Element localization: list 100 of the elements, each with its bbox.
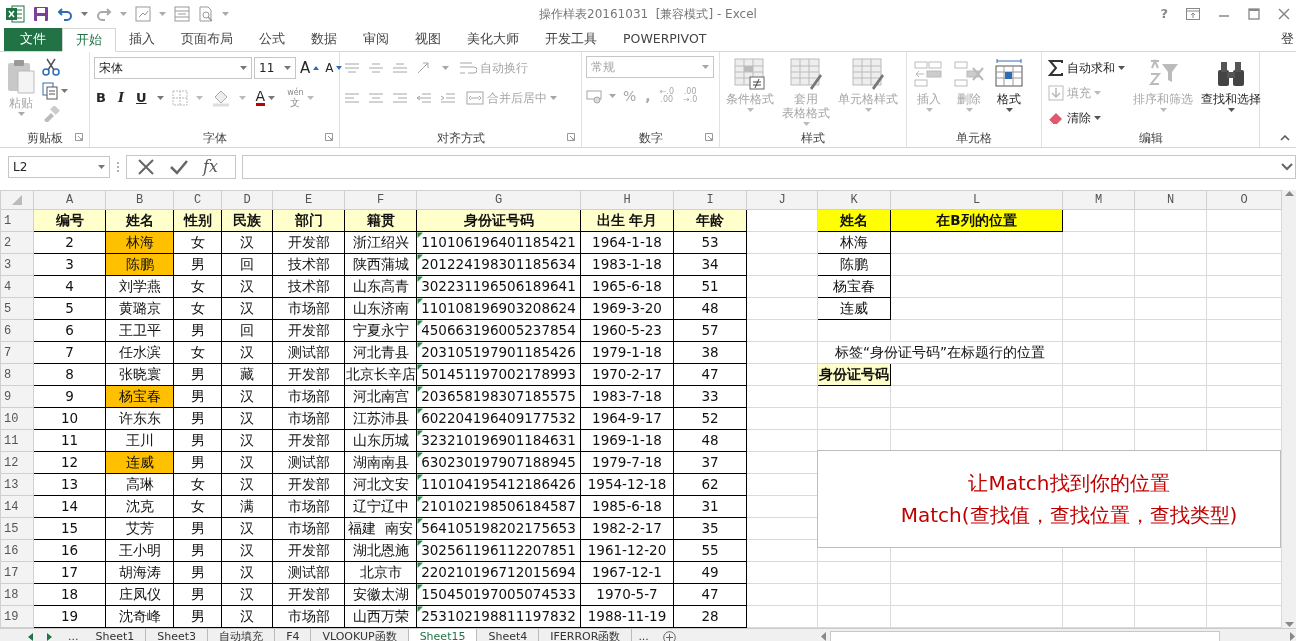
expand-icon[interactable] bbox=[1281, 163, 1293, 171]
clear-button[interactable]: 清除 bbox=[1046, 107, 1127, 129]
row-header[interactable]: 18 bbox=[0, 583, 34, 606]
scroll-up-icon[interactable] bbox=[1284, 190, 1294, 196]
close-icon[interactable] bbox=[1278, 8, 1290, 20]
save-icon[interactable] bbox=[33, 6, 49, 22]
column-header[interactable]: O bbox=[1206, 190, 1282, 210]
underline-button[interactable]: U bbox=[134, 88, 149, 108]
select-all-icon[interactable] bbox=[12, 194, 22, 205]
font-size-field[interactable]: 11 bbox=[254, 57, 296, 79]
column-header[interactable]: I bbox=[673, 190, 747, 210]
ribbon-tab[interactable]: 公式 bbox=[246, 28, 298, 51]
font-name-field[interactable]: 宋体 bbox=[94, 57, 252, 79]
more-sheets-button[interactable]: ... bbox=[62, 629, 85, 641]
ribbon-tab[interactable]: 美化大师 bbox=[454, 28, 532, 51]
ribbon-tab[interactable]: 审阅 bbox=[350, 28, 402, 51]
ribbon-tab[interactable]: 页面布局 bbox=[168, 28, 246, 51]
column-header[interactable]: F bbox=[344, 190, 417, 210]
sheet-tab[interactable]: Sheet1 bbox=[84, 629, 147, 641]
row-header[interactable]: 1 bbox=[0, 209, 34, 232]
row-header[interactable]: 19 bbox=[0, 605, 34, 628]
column-header[interactable]: H bbox=[580, 190, 674, 210]
dialog-launcher-icon[interactable] bbox=[325, 133, 333, 141]
row-header[interactable]: 4 bbox=[0, 275, 34, 298]
row-header[interactable]: 7 bbox=[0, 341, 34, 364]
ribbon-tab[interactable]: 视图 bbox=[402, 28, 454, 51]
row-header[interactable]: 15 bbox=[0, 517, 34, 540]
format-button[interactable]: 格式 bbox=[991, 56, 1027, 129]
column-header[interactable]: N bbox=[1134, 190, 1207, 210]
sheet-tab[interactable]: Sheet4 bbox=[477, 629, 540, 641]
scroll-right-icon[interactable] bbox=[1290, 632, 1296, 641]
form-icon[interactable] bbox=[135, 6, 151, 22]
ribbon-tab[interactable]: 开始 bbox=[62, 28, 116, 52]
row-header[interactable]: 2 bbox=[0, 231, 34, 254]
cancel-icon[interactable] bbox=[137, 158, 155, 176]
column-header[interactable]: E bbox=[272, 190, 345, 210]
sheet-tab[interactable]: Sheet3 bbox=[146, 629, 209, 641]
column-header[interactable]: K bbox=[817, 190, 891, 210]
insert-function-button[interactable]: fx bbox=[203, 155, 218, 179]
row-header[interactable]: 10 bbox=[0, 407, 34, 430]
column-header[interactable]: D bbox=[221, 190, 273, 210]
bold-button[interactable]: B bbox=[94, 88, 108, 108]
scissors-icon[interactable] bbox=[42, 58, 60, 76]
sheet-tab[interactable]: Sheet15 bbox=[408, 629, 478, 641]
column-header[interactable]: J bbox=[746, 190, 818, 210]
row-header[interactable]: 3 bbox=[0, 253, 34, 276]
sign-in-link[interactable]: 登 bbox=[1281, 30, 1296, 49]
format-painter-icon[interactable] bbox=[42, 106, 60, 122]
column-header[interactable]: A bbox=[33, 190, 106, 210]
find-select-button[interactable]: 查找和选择 bbox=[1199, 56, 1263, 129]
font-color-button[interactable]: A bbox=[253, 90, 278, 106]
ribbon-tab[interactable]: 开发工具 bbox=[532, 28, 610, 51]
autosum-button[interactable]: 自动求和 bbox=[1046, 57, 1127, 79]
grow-font-button[interactable]: A bbox=[298, 56, 322, 80]
enter-icon[interactable] bbox=[169, 158, 189, 176]
more-sheets-button[interactable]: ... bbox=[632, 629, 655, 641]
column-header[interactable]: C bbox=[173, 190, 222, 210]
ribbon-display-icon[interactable] bbox=[1186, 8, 1200, 20]
phonetic-button[interactable]: wén 文 bbox=[285, 88, 316, 108]
row-header[interactable]: 11 bbox=[0, 429, 34, 452]
ribbon-tab[interactable]: POWERPIVOT bbox=[610, 28, 720, 51]
column-header[interactable]: L bbox=[890, 190, 1063, 210]
copy-icon[interactable] bbox=[42, 82, 58, 100]
maximize-icon[interactable] bbox=[1248, 8, 1260, 20]
undo-icon[interactable] bbox=[57, 7, 73, 21]
column-header[interactable]: B bbox=[105, 190, 174, 210]
sheet-tab[interactable]: 自动填充 bbox=[208, 629, 276, 641]
fill-color-icon[interactable] bbox=[210, 89, 231, 107]
name-box[interactable]: L2 bbox=[8, 156, 110, 178]
italic-button[interactable]: I bbox=[115, 88, 126, 108]
previous-sheet-icon[interactable] bbox=[28, 632, 33, 641]
scroll-left-icon[interactable] bbox=[820, 632, 826, 641]
help-button[interactable]: ? bbox=[1160, 4, 1168, 24]
row-header[interactable]: 16 bbox=[0, 539, 34, 562]
redo-icon[interactable] bbox=[96, 7, 112, 21]
row-header[interactable]: 12 bbox=[0, 451, 34, 474]
add-sheet-icon[interactable] bbox=[662, 630, 676, 641]
row-header[interactable]: 8 bbox=[0, 363, 34, 386]
formula-field[interactable] bbox=[242, 155, 1296, 179]
column-header[interactable]: M bbox=[1062, 190, 1135, 210]
border-icon[interactable] bbox=[171, 90, 188, 106]
row-header[interactable]: 6 bbox=[0, 319, 34, 342]
shrink-font-button[interactable]: A bbox=[323, 59, 345, 77]
print-preview-icon[interactable] bbox=[198, 6, 214, 22]
row-header[interactable]: 17 bbox=[0, 561, 34, 584]
scrollbar-thumb[interactable] bbox=[830, 630, 1220, 641]
layout-icon[interactable] bbox=[174, 6, 190, 22]
ribbon-tab[interactable]: 文件 bbox=[4, 28, 62, 51]
sheet-tab[interactable]: IFERROR函数 bbox=[539, 629, 633, 641]
sheet-tab[interactable]: VLOOKUP函数 bbox=[311, 629, 409, 641]
sheet-tab[interactable]: F4 bbox=[275, 629, 312, 641]
column-header[interactable]: G bbox=[416, 190, 581, 210]
row-header[interactable]: 14 bbox=[0, 495, 34, 518]
row-header[interactable]: 9 bbox=[0, 385, 34, 408]
dialog-launcher-icon[interactable] bbox=[75, 133, 83, 141]
ribbon-tab[interactable]: 插入 bbox=[116, 28, 168, 51]
collapse-ribbon-icon[interactable] bbox=[1280, 135, 1290, 141]
row-header[interactable]: 13 bbox=[0, 473, 34, 496]
row-header[interactable]: 5 bbox=[0, 297, 34, 320]
ribbon-tab[interactable]: 数据 bbox=[298, 28, 350, 51]
